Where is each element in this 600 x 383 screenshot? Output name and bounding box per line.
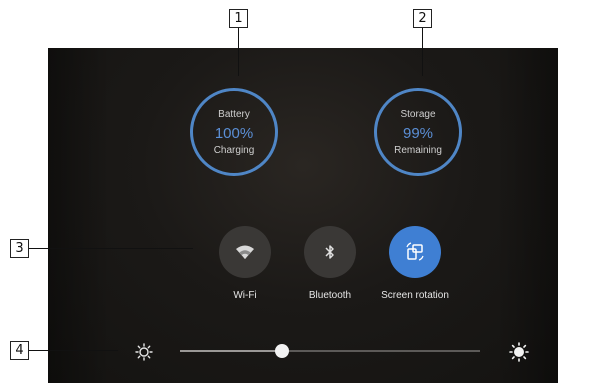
callout-3-leader [29, 248, 193, 249]
callout-2: 2 [413, 9, 432, 28]
brightness-low-icon [135, 343, 153, 361]
battery-value: 100% [214, 124, 254, 142]
quick-settings-panel [48, 48, 558, 383]
screen-rotation-toggle[interactable] [389, 226, 441, 278]
screen-rotation-icon [406, 242, 424, 261]
callout-3: 3 [10, 239, 29, 258]
callout-4-leader [29, 350, 118, 351]
storage-status: Remaining [394, 144, 442, 156]
brightness-slider-fill [180, 350, 282, 352]
callout-1-leader [238, 28, 239, 76]
battery-gauge: Battery 100% Charging [190, 88, 278, 176]
screen-rotation-label: Screen rotation [381, 290, 449, 301]
storage-gauge: Storage 99% Remaining [374, 88, 462, 176]
brightness-high-icon [509, 342, 529, 362]
panel-edge-shade-left [48, 48, 110, 383]
storage-value: 99% [402, 124, 434, 142]
bluetooth-toggle[interactable] [304, 226, 356, 278]
battery-status: Charging [213, 144, 255, 156]
brightness-slider-thumb[interactable] [275, 344, 289, 358]
wifi-toggle[interactable] [219, 226, 271, 278]
callout-4: 4 [10, 341, 29, 360]
storage-label: Storage [400, 108, 436, 120]
bluetooth-icon [325, 245, 334, 259]
callout-2-leader [422, 28, 423, 76]
battery-label: Battery [218, 108, 250, 120]
panel-edge-shade-right [496, 48, 558, 383]
callout-1: 1 [229, 9, 248, 28]
wifi-icon [236, 245, 254, 259]
